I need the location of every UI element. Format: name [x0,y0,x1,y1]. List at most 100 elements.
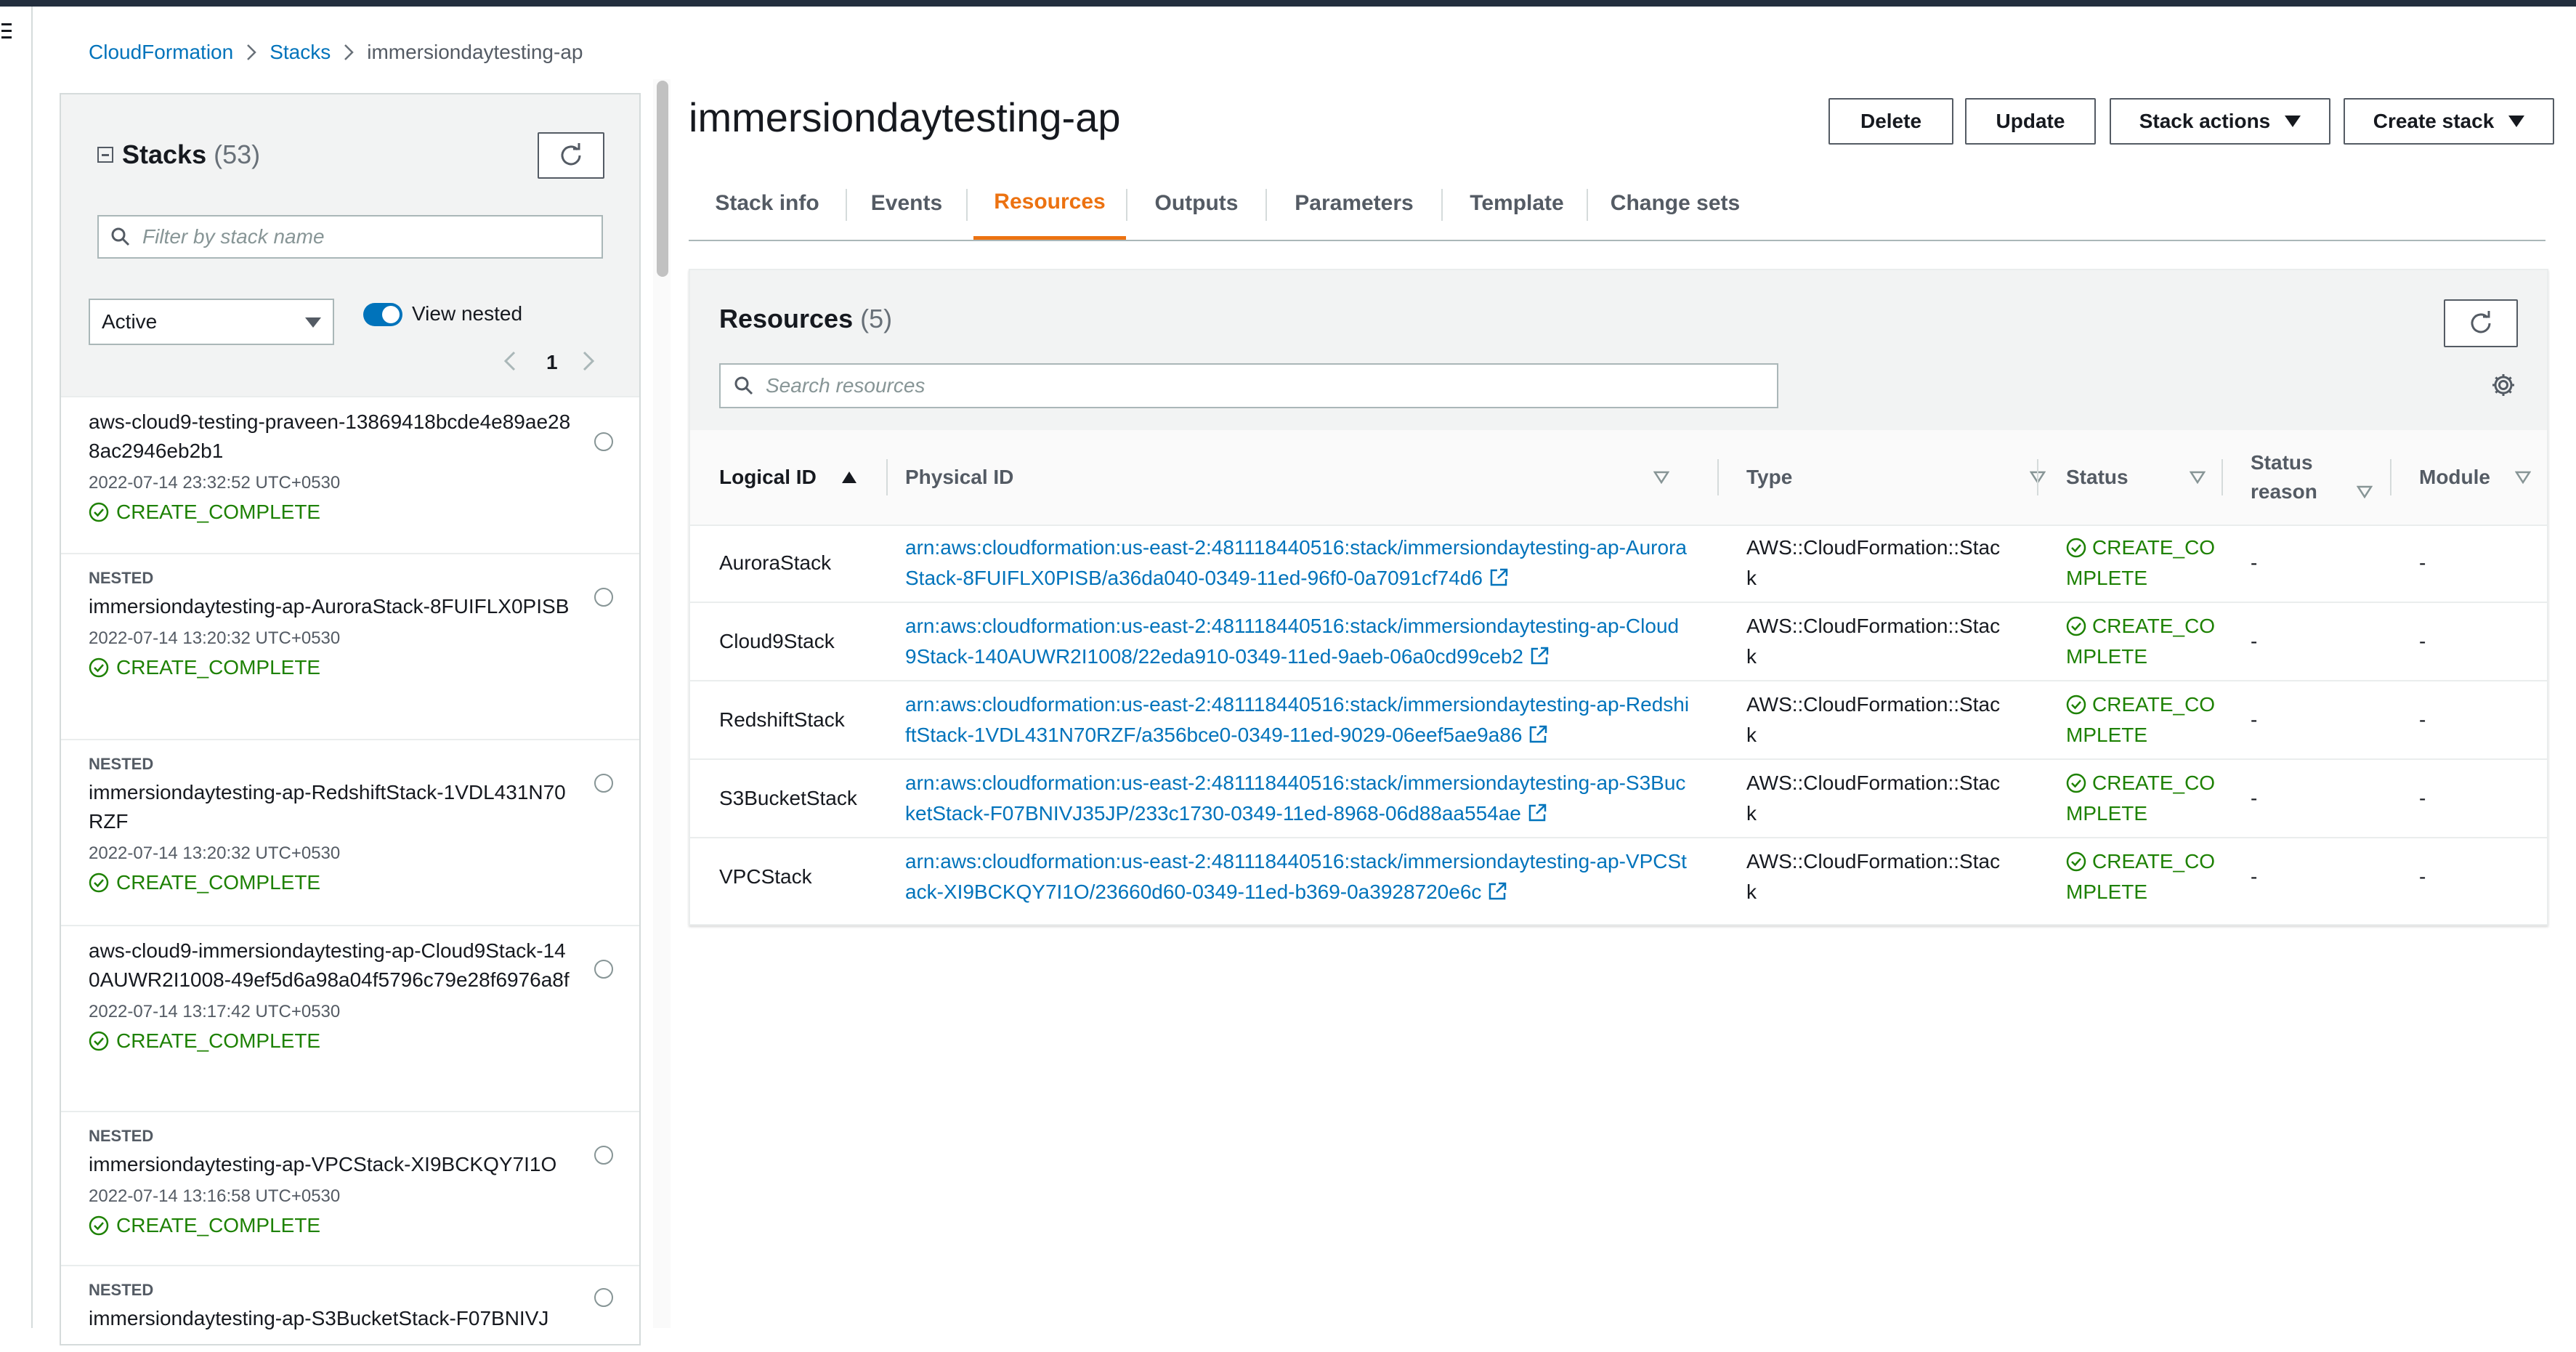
column-status[interactable]: Status [2066,430,2240,525]
status-reason-cell: - [2251,551,2258,574]
stack-list-item[interactable]: NESTED immersiondaytesting-ap-AuroraStac… [61,553,639,739]
column-logical-id[interactable]: Logical ID [719,430,879,525]
resource-search-field[interactable] [719,363,1778,408]
status-cell: CREATE_COMPLETE [2066,525,2219,602]
column-separator [1717,459,1719,495]
chevron-left-icon[interactable] [503,350,517,376]
caret-down-icon [305,317,321,328]
physical-id-text: arn:aws:cloudformation:us-east-2:4811184… [905,772,1686,825]
physical-id-link[interactable]: arn:aws:cloudformation:us-east-2:4811184… [905,760,1690,837]
chevron-right-icon[interactable] [581,350,596,376]
check-circle-icon [89,502,109,522]
stack-status: CREATE_COMPLETE [89,656,574,679]
module-cell: - [2419,708,2426,731]
hamburger-icon[interactable] [0,19,16,48]
stack-radio[interactable] [594,960,613,979]
column-separator [2221,459,2223,495]
column-physical-id[interactable]: Physical ID [905,430,1682,525]
tab-template[interactable]: Template [1443,167,1591,240]
tab-outputs[interactable]: Outputs [1127,167,1265,240]
external-link-icon [1531,647,1549,665]
column-physical-id-label: Physical ID [905,466,1014,488]
column-type[interactable]: Type [1746,430,2059,525]
stack-status: CREATE_COMPLETE [89,871,574,894]
collapse-icon[interactable] [97,147,113,163]
stack-radio[interactable] [594,1146,613,1165]
physical-id-text: arn:aws:cloudformation:us-east-2:4811184… [905,615,1680,668]
page-number[interactable]: 1 [546,351,558,374]
tab-stack-info[interactable]: Stack info [689,167,846,240]
stack-list-item[interactable]: NESTED immersiondaytesting-ap-VPCStack-X… [61,1111,639,1265]
logical-id-cell: VPCStack [719,865,812,888]
external-link-icon [1530,725,1547,743]
column-status-label: Status [2066,466,2129,488]
stack-list-item[interactable]: aws-cloud9-immersiondaytesting-ap-Cloud9… [61,925,639,1111]
check-circle-icon [2066,616,2086,636]
refresh-icon [2471,311,2491,333]
stacks-refresh-button[interactable] [538,132,604,179]
stack-radio[interactable] [594,588,613,607]
stack-filter-field[interactable] [97,215,603,259]
table-row: AuroraStack arn:aws:cloudformation:us-ea… [690,525,2547,603]
stack-tabs: Stack info Events Resources Outputs Para… [689,167,2545,241]
breadcrumb-cloudformation[interactable]: CloudFormation [89,41,233,64]
tab-change-sets[interactable]: Change sets [1588,167,1762,240]
physical-id-link[interactable]: arn:aws:cloudformation:us-east-2:4811184… [905,603,1690,680]
gear-icon[interactable] [2490,372,2516,402]
logical-id-cell: RedshiftStack [719,708,845,731]
stack-radio[interactable] [594,432,613,451]
table-row: Cloud9Stack arn:aws:cloudformation:us-ea… [690,603,2547,681]
stack-radio[interactable] [594,1288,613,1307]
scrollbar-thumb[interactable] [657,81,668,277]
column-separator [2037,459,2038,495]
stack-status: CREATE_COMPLETE [89,1214,574,1237]
breadcrumb-stacks[interactable]: Stacks [270,41,331,64]
nav-rail-divider [31,7,33,1328]
stack-list-item[interactable]: aws-cloud9-testing-praveen-13869418bcde4… [61,396,639,553]
search-icon [111,227,130,246]
column-module[interactable]: Module [2419,430,2543,525]
check-circle-icon [89,657,109,678]
resource-search-input[interactable] [764,373,1602,398]
create-stack-button[interactable]: Create stack [2344,98,2554,145]
column-module-label: Module [2419,466,2490,488]
stack-date: 2022-07-14 13:20:32 UTC+0530 [89,628,341,648]
stack-list-item[interactable]: NESTED immersiondaytesting-ap-S3BucketSt… [61,1265,639,1352]
tab-events[interactable]: Events [847,167,966,240]
stack-date: 2022-07-14 23:32:52 UTC+0530 [89,473,341,493]
stack-filter-input[interactable] [141,224,537,249]
physical-id-link[interactable]: arn:aws:cloudformation:us-east-2:4811184… [905,525,1690,602]
module-cell: - [2419,630,2426,652]
physical-id-text: arn:aws:cloudformation:us-east-2:4811184… [905,693,1690,746]
stack-date: 2022-07-14 13:17:42 UTC+0530 [89,1002,341,1021]
stack-status-text: CREATE_COMPLETE [116,1029,321,1052]
check-circle-icon [2066,773,2086,793]
stacks-count: (53) [214,139,261,169]
stack-actions-button[interactable]: Stack actions [2110,98,2330,145]
type-cell: AWS::CloudFormation::Stack [1746,536,2001,589]
stack-radio[interactable] [594,774,613,793]
physical-id-link[interactable]: arn:aws:cloudformation:us-east-2:4811184… [905,838,1690,915]
top-header-bar [0,0,2576,7]
stack-list-item[interactable]: NESTED immersiondaytesting-ap-RedshiftSt… [61,739,639,925]
physical-id-text: arn:aws:cloudformation:us-east-2:4811184… [905,850,1687,903]
logical-id-cell: AuroraStack [719,551,832,574]
tab-parameters[interactable]: Parameters [1267,167,1441,240]
column-type-label: Type [1746,466,1793,488]
column-logical-id-label: Logical ID [719,466,817,488]
nested-tag: NESTED [89,755,154,773]
status-filter-select[interactable]: Active [89,299,334,345]
tab-resources[interactable]: Resources [973,167,1126,240]
refresh-icon [561,143,581,166]
stacks-panel-title: Stacks (53) [97,139,260,170]
update-button[interactable]: Update [1965,98,2096,145]
create-stack-label: Create stack [2373,110,2495,132]
physical-id-link[interactable]: arn:aws:cloudformation:us-east-2:4811184… [905,681,1690,758]
external-link-icon [1490,568,1508,586]
resources-refresh-button[interactable] [2444,299,2518,347]
stack-date: 2022-07-14 13:16:58 UTC+0530 [89,1186,341,1206]
status-cell: CREATE_COMPLETE [2066,838,2219,915]
view-nested-toggle[interactable] [363,303,402,326]
column-status-reason[interactable]: Status reason [2251,430,2373,525]
delete-button[interactable]: Delete [1828,98,1953,145]
